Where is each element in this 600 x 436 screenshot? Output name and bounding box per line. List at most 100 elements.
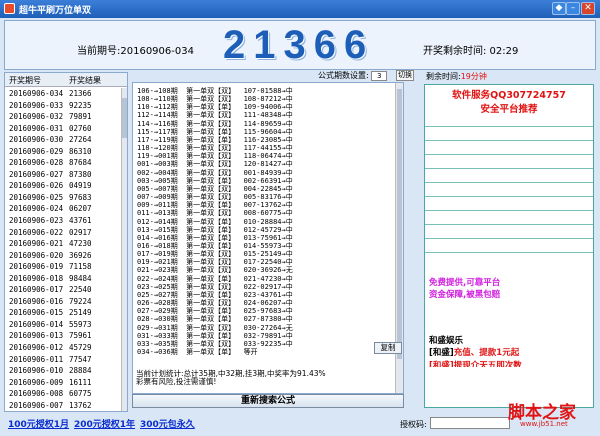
history-result: 60775	[69, 389, 92, 399]
history-row[interactable]: 20160906-016 79224	[5, 296, 121, 308]
history-period: 20160906-033	[9, 100, 64, 110]
history-row[interactable]: 20160906-008 60775	[5, 388, 121, 400]
history-row[interactable]: 20160906-019 71158	[5, 261, 121, 273]
history-period: 20160906-010	[9, 366, 64, 376]
toggle-button[interactable]: 切换	[396, 70, 414, 81]
history-period: 20160906-017	[9, 285, 64, 295]
formula-line: 112-→114期 第一单双【双】 111-48348→中	[137, 111, 293, 120]
history-scrollbar[interactable]	[121, 88, 127, 411]
history-row[interactable]: 20160906-023 43761	[5, 215, 121, 227]
history-row[interactable]: 20160906-029 86310	[5, 146, 121, 158]
side-ad-panel: 软件服务QQ307724757 安全平台推荐 免费提供,可靠平台 资金保障,被黑…	[424, 84, 594, 408]
formula-line: 005-→007期 第一单双【双】 004-22845→中	[137, 184, 293, 193]
auth-code-input[interactable]	[430, 417, 510, 429]
history-row[interactable]: 20160906-014 55973	[5, 319, 121, 331]
history-row[interactable]: 20160906-034 21366	[5, 88, 121, 100]
history-result: 75961	[69, 331, 92, 341]
history-result: 02917	[69, 227, 92, 237]
title-bar: 超牛平刷万位单双 ◆ – ✕	[0, 0, 600, 18]
history-row[interactable]: 20160906-032 79891	[5, 111, 121, 123]
license-1-year-link[interactable]: 200元授权1年	[74, 417, 135, 430]
history-row[interactable]: 20160906-026 04919	[5, 180, 121, 192]
formula-line: 012-→014期 第一单双【单】 010-28884→中	[137, 217, 293, 226]
history-result: 87380	[69, 169, 92, 179]
history-row[interactable]: 20160906-030 27264	[5, 134, 121, 146]
heshen-ad-line3[interactable]: [和盛]提现介天五即次数	[429, 359, 522, 367]
history-row[interactable]: 20160906-022 02917	[5, 227, 121, 239]
license-1-month-link[interactable]: 100元授权1月	[8, 417, 69, 430]
history-result: 47230	[69, 239, 92, 249]
history-row[interactable]: 20160906-031 02760	[5, 123, 121, 135]
history-row[interactable]: 20160906-027 87380	[5, 169, 121, 181]
history-row[interactable]: 20160906-018 98484	[5, 273, 121, 285]
free-ad-line2: 资金保障,被黑包赔	[429, 290, 501, 300]
history-row[interactable]: 20160906-028 87684	[5, 157, 121, 169]
free-ad[interactable]: 免费提供,可靠平台 资金保障,被黑包赔	[429, 277, 500, 301]
history-row[interactable]: 20160906-025 97683	[5, 192, 121, 204]
history-period: 20160906-014	[9, 319, 64, 329]
settings-icon[interactable]: ◆	[552, 2, 566, 15]
close-button[interactable]: ✕	[581, 2, 595, 15]
formula-line: 031-→033期 第一单双【单】 032-79891→中	[137, 331, 293, 340]
column-period[interactable]: 开奖期号	[9, 75, 41, 86]
formula-line: 002-→004期 第一单双【双】 001-84939→中	[137, 168, 293, 177]
history-row[interactable]: 20160906-012 45729	[5, 342, 121, 354]
history-list[interactable]: 开奖期号 开奖结果 20160906-034 21366 20160906-033 9…	[4, 72, 128, 412]
history-result: 45729	[69, 343, 92, 353]
history-result: 55973	[69, 319, 92, 329]
formula-count-select[interactable]: 3	[371, 70, 388, 81]
formula-line: 014-→016期 第一单双【单】 013-75961→中	[137, 233, 293, 242]
window-title: 超牛平刷万位单双	[19, 6, 92, 16]
countdown-label: 开奖剩余时间: 02:29	[423, 46, 519, 57]
formula-line: 026-→028期 第一单双【双】 024-06207→中	[137, 299, 293, 308]
history-result: 06207	[69, 204, 92, 214]
service-ad[interactable]: 软件服务QQ307724757	[425, 87, 593, 101]
history-result: 79891	[69, 112, 92, 122]
license-forever-link[interactable]: 300元包永久	[140, 417, 195, 430]
heshen-ad[interactable]: 和盛娱乐 [和盛]充值、提款1元起	[429, 335, 519, 359]
formula-settings: 公式期数设置: 3	[318, 70, 388, 81]
history-period: 20160906-023	[9, 216, 64, 226]
search-formula-button[interactable]: 重新搜索公式	[132, 394, 404, 408]
history-period: 20160906-022	[9, 227, 64, 237]
heshen-ad-title: 和盛娱乐	[429, 336, 464, 346]
history-period: 20160906-032	[9, 112, 64, 122]
history-period: 20160906-008	[9, 389, 64, 399]
history-list-header: 开奖期号 开奖结果	[5, 73, 127, 87]
history-period: 20160906-030	[9, 135, 64, 145]
formula-line: 023-→025期 第一单双【双】 022-02917→中	[137, 282, 293, 291]
history-period: 20160906-029	[9, 146, 64, 156]
history-result: 86310	[69, 146, 92, 156]
history-row[interactable]: 20160906-033 92235	[5, 100, 121, 112]
history-result: 98484	[69, 273, 92, 283]
formula-text[interactable]: 106-→108期 第一单双【双】 107-01588→中 108-→110期 第…	[137, 87, 395, 356]
formula-line: 021-→023期 第一单双【双】 020-36926→无	[137, 266, 293, 275]
history-row[interactable]: 20160906-021 47230	[5, 238, 121, 250]
history-row[interactable]: 20160906-007 13762	[5, 400, 121, 411]
heshen-ad-line2: [和盛]充值、提款1元起	[429, 348, 520, 358]
formula-line: 007-→009期 第一单双【双】 005-83176→中	[137, 193, 293, 202]
history-period: 20160906-015	[9, 308, 64, 318]
history-row[interactable]: 20160906-010 28884	[5, 365, 121, 377]
history-row[interactable]: 20160906-015 25149	[5, 307, 121, 319]
history-row[interactable]: 20160906-009 16111	[5, 377, 121, 389]
history-period: 20160906-024	[9, 204, 64, 214]
history-result: 21366	[69, 89, 92, 98]
history-row[interactable]: 20160906-024 06207	[5, 203, 121, 215]
minimize-button[interactable]: –	[566, 2, 580, 15]
history-result: 97683	[69, 192, 92, 202]
history-period: 20160906-020	[9, 250, 64, 260]
formula-line: 013-→015期 第一单双【单】 012-45729→中	[137, 225, 293, 234]
history-row[interactable]: 20160906-020 36926	[5, 250, 121, 262]
history-row[interactable]: 20160906-011 77547	[5, 354, 121, 366]
formula-line: 011-→013期 第一单双【双】 008-60775→中	[137, 209, 293, 218]
formula-line: 029-→031期 第一单双【双】 030-27264→无	[137, 323, 293, 332]
draw-header: 当前期号:20160906-034 21366 开奖剩余时间: 02:29	[4, 20, 596, 70]
history-row[interactable]: 20160906-017 22540	[5, 284, 121, 296]
history-row[interactable]: 20160906-013 75961	[5, 330, 121, 342]
column-result[interactable]: 开奖结果	[69, 75, 101, 86]
history-period: 20160906-034	[9, 89, 64, 98]
history-period: 20160906-031	[9, 123, 64, 133]
remain-time: 剩余时间:19分钟	[426, 71, 487, 82]
copy-button[interactable]: 复制	[374, 342, 402, 354]
